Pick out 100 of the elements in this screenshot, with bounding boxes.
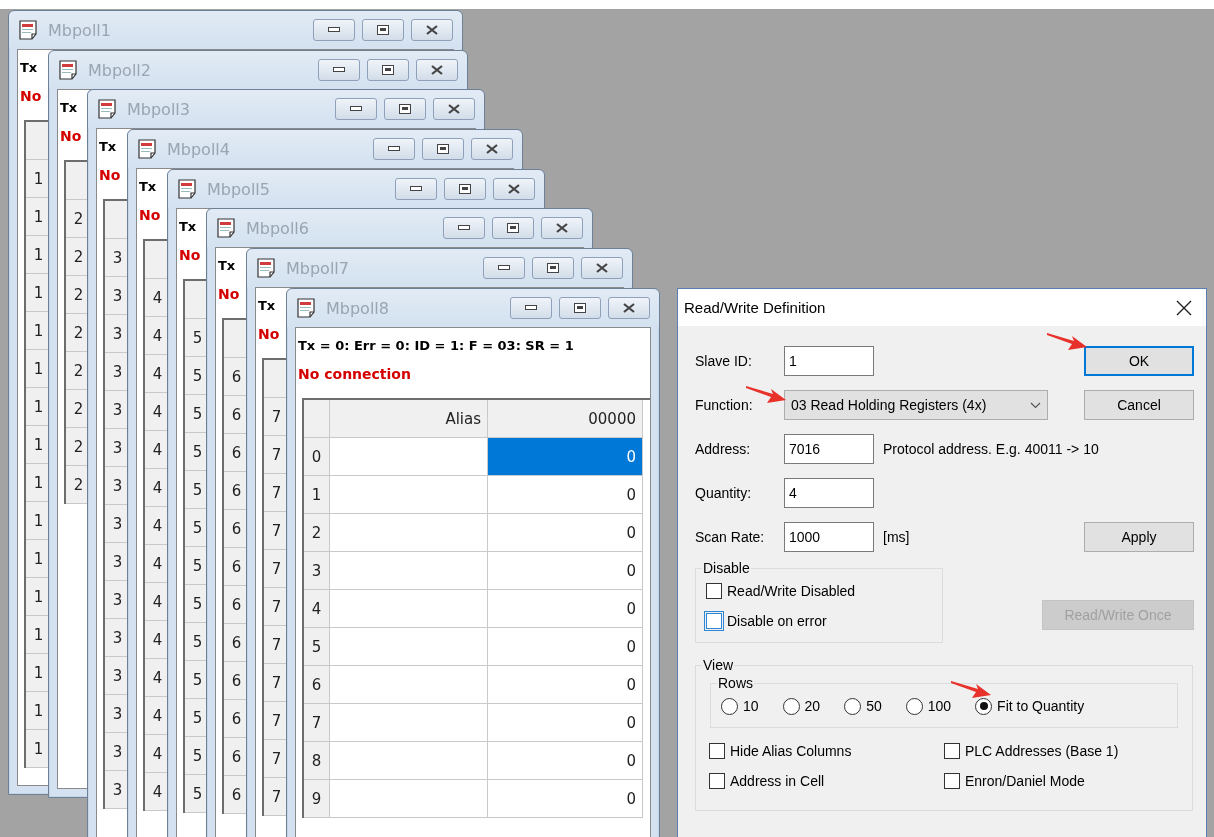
minimize-button[interactable] (510, 297, 552, 319)
table-cell[interactable]: 0 (488, 438, 643, 476)
radio-button[interactable] (782, 697, 800, 715)
document-icon (97, 99, 117, 119)
minimize-button[interactable] (313, 19, 355, 41)
close-button[interactable] (608, 297, 650, 319)
radio-label: 10 (743, 698, 759, 714)
table-cell[interactable]: 0 (488, 704, 643, 742)
close-button[interactable] (411, 19, 453, 41)
restore-icon (377, 25, 389, 35)
radio-button[interactable] (844, 697, 862, 715)
row-header: 4 (304, 590, 330, 628)
input-field[interactable]: 7016 (784, 434, 874, 464)
function-dropdown[interactable]: 03 Read Holding Registers (4x) (784, 390, 1048, 420)
dialog-button[interactable]: OK (1084, 346, 1194, 376)
checkbox[interactable] (944, 743, 960, 759)
restore-button[interactable] (559, 297, 601, 319)
table-cell[interactable]: 0 (488, 476, 643, 514)
group-title: View (702, 657, 735, 673)
radio-label: Fit to Quantity (997, 698, 1085, 714)
dialog-button[interactable]: Apply (1084, 522, 1194, 552)
minimize-button[interactable] (318, 59, 360, 81)
close-button[interactable] (581, 257, 623, 279)
row-header: 5 (304, 628, 330, 666)
restore-button[interactable] (362, 19, 404, 41)
table-cell[interactable] (330, 476, 488, 514)
minimize-button[interactable] (443, 217, 485, 239)
field-label: Scan Rate: (695, 529, 766, 545)
close-button[interactable] (433, 98, 475, 120)
radio-label: 50 (866, 698, 882, 714)
minimize-button[interactable] (335, 98, 377, 120)
table-cell[interactable]: 0 (488, 552, 643, 590)
checkbox-label: Hide Alias Columns (730, 743, 852, 759)
table-cell[interactable] (330, 438, 488, 476)
window-title: Mbpoll1 (48, 20, 111, 40)
document-icon (137, 139, 157, 159)
radio-button[interactable] (975, 697, 993, 715)
document-icon (216, 218, 236, 238)
table-cell[interactable]: 0 (488, 666, 643, 704)
table-cell[interactable] (330, 666, 488, 704)
table-cell[interactable]: 0 (488, 742, 643, 780)
row-header: 8 (304, 742, 330, 780)
restore-button[interactable] (492, 217, 534, 239)
restore-icon (547, 263, 559, 273)
close-icon (556, 223, 568, 233)
input-field[interactable]: 1 (784, 346, 874, 376)
close-button[interactable] (416, 59, 458, 81)
row-header: 0 (304, 438, 330, 476)
minimize-button[interactable] (395, 178, 437, 200)
group-title: Rows (717, 675, 754, 691)
minimize-icon (388, 146, 400, 152)
connection-status: No (257, 325, 280, 344)
radio-button[interactable] (721, 697, 738, 715)
minimize-icon (410, 186, 422, 192)
close-icon (486, 144, 498, 154)
radio-label: 20 (804, 698, 821, 714)
restore-button[interactable] (422, 138, 464, 160)
input-field[interactable]: 4 (784, 478, 874, 508)
table-cell[interactable]: 0 (488, 628, 643, 666)
restore-button[interactable] (384, 98, 426, 120)
status-line: Tx (98, 138, 117, 156)
minimize-button[interactable] (373, 138, 415, 160)
checkbox[interactable] (709, 743, 725, 759)
table-cell[interactable]: 0 (488, 514, 643, 552)
table-cell[interactable]: 0 (488, 780, 643, 818)
status-line: Tx (138, 178, 157, 196)
close-icon (431, 65, 443, 75)
close-button[interactable] (493, 178, 535, 200)
connection-status: No (138, 206, 161, 225)
checkbox[interactable] (709, 773, 725, 789)
connection-status: No (19, 87, 42, 106)
minimize-icon (498, 265, 510, 271)
column-header: 00000 (488, 400, 643, 438)
restore-button[interactable] (532, 257, 574, 279)
document-icon (18, 20, 38, 40)
table-cell[interactable] (330, 514, 488, 552)
input-field[interactable]: 1000 (784, 522, 874, 552)
row-header: 9 (304, 780, 330, 818)
status-line: Tx (217, 257, 236, 275)
status-line: Tx (257, 297, 276, 315)
close-button[interactable] (541, 217, 583, 239)
minimize-button[interactable] (483, 257, 525, 279)
table-cell[interactable]: 0 (488, 590, 643, 628)
table-cell[interactable] (330, 552, 488, 590)
table-cell[interactable] (330, 704, 488, 742)
table-cell[interactable] (330, 590, 488, 628)
restore-button[interactable] (367, 59, 409, 81)
restore-button[interactable] (444, 178, 486, 200)
table-cell[interactable] (330, 780, 488, 818)
window-title: Mbpoll6 (246, 218, 309, 238)
checkbox[interactable] (706, 583, 722, 599)
dialog-button[interactable]: Cancel (1084, 390, 1194, 420)
checkbox[interactable] (944, 773, 960, 789)
close-button[interactable] (471, 138, 513, 160)
chevron-down-icon (1030, 401, 1041, 409)
checkbox-label: Address in Cell (730, 773, 825, 789)
table-cell[interactable] (330, 742, 488, 780)
radio-button[interactable] (905, 697, 923, 715)
document-icon (58, 60, 78, 80)
table-cell[interactable] (330, 628, 488, 666)
